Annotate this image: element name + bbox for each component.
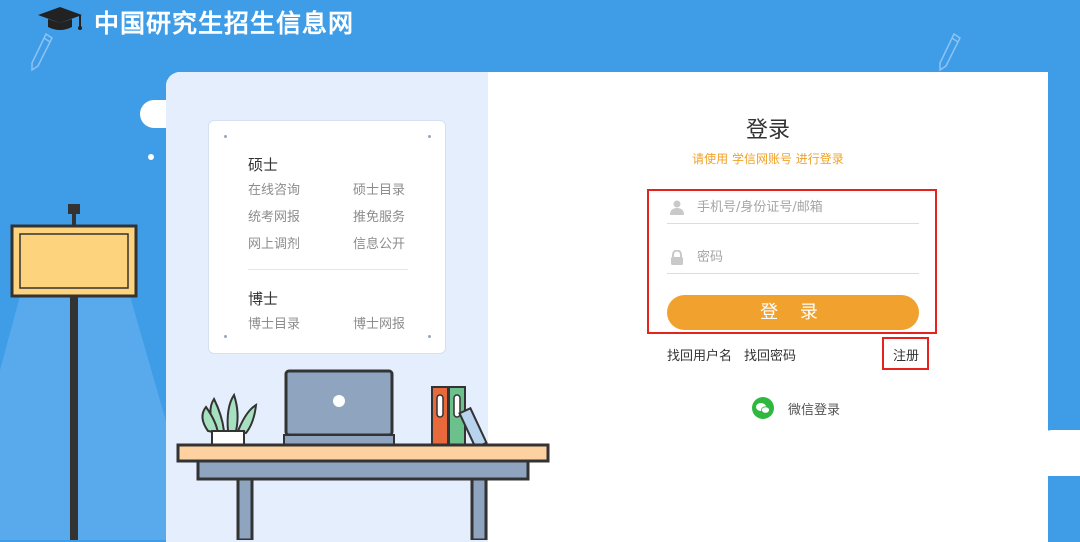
user-icon xyxy=(669,199,685,215)
username-field xyxy=(667,191,919,224)
master-section-title: 硕士 xyxy=(248,156,279,174)
login-subtitle: 请使用 学信网账号 进行登录 xyxy=(692,152,844,166)
username-input[interactable] xyxy=(695,198,909,216)
panel-divider xyxy=(248,269,408,270)
online-consult-link[interactable]: 在线咨询 xyxy=(248,179,300,198)
doctor-section-title: 博士 xyxy=(248,290,279,308)
panel-dot xyxy=(224,335,227,338)
find-username-link[interactable]: 找回用户名 xyxy=(667,345,732,364)
register-link[interactable]: 注册 xyxy=(893,345,919,364)
online-adjustment-link[interactable]: 网上调剂 xyxy=(248,233,300,252)
wechat-login[interactable]: 微信登录 xyxy=(752,397,840,419)
pencil-icon xyxy=(31,32,53,72)
cloud-dot xyxy=(148,154,154,160)
unified-exam-registration-link[interactable]: 统考网报 xyxy=(248,206,300,225)
doctor-catalog-link[interactable]: 博士目录 xyxy=(248,313,300,332)
cloud-dot xyxy=(1068,440,1074,446)
info-disclosure-link[interactable]: 信息公开 xyxy=(353,233,405,252)
site-header: 中国研究生招生信息网 xyxy=(36,2,354,42)
password-input[interactable] xyxy=(695,248,909,266)
wechat-login-label: 微信登录 xyxy=(788,402,841,418)
login-title: 登录 xyxy=(745,118,790,143)
desk-illustration xyxy=(176,369,550,540)
recommendation-service-link[interactable]: 推免服务 xyxy=(353,206,405,225)
binders-icon xyxy=(431,386,488,450)
login-button[interactable]: 登 录 xyxy=(667,295,919,330)
master-catalog-link[interactable]: 硕士目录 xyxy=(353,179,405,198)
panel-dot xyxy=(428,135,431,138)
lock-icon xyxy=(669,249,685,265)
plant-icon xyxy=(201,392,258,446)
pencil-icon xyxy=(939,32,961,72)
service-links-panel: 硕士 在线咨询 硕士目录 统考网报 推免服务 网上调剂 信息公开 博士 博士目录… xyxy=(208,120,446,354)
find-password-link[interactable]: 找回密码 xyxy=(744,345,796,364)
panel-dot xyxy=(224,135,227,138)
laptop-icon xyxy=(283,369,395,446)
panel-dot xyxy=(428,335,431,338)
wechat-icon xyxy=(752,397,774,419)
site-title[interactable]: 中国研究生招生信息网 xyxy=(94,4,354,40)
password-field xyxy=(667,241,919,274)
doctor-registration-link[interactable]: 博士网报 xyxy=(353,313,405,332)
